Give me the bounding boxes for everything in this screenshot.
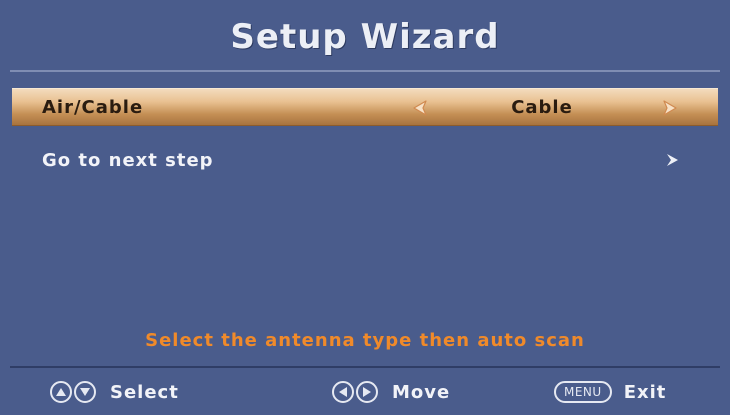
menu-item-label: Go to next step: [42, 149, 214, 171]
left-button-icon: [332, 381, 354, 403]
triangle-left-icon[interactable]: [410, 98, 430, 118]
chevron-right-icon[interactable]: [662, 150, 682, 170]
up-button-icon: [50, 381, 72, 403]
select-hint: Select: [50, 378, 179, 406]
move-hint: Move: [332, 378, 450, 406]
menu-item-value: Cable: [511, 96, 573, 118]
menu-key-icon: MENU: [554, 381, 612, 403]
setup-wizard-screen: Setup Wizard Air/Cable Cable Go to next …: [0, 0, 730, 415]
right-button-icon: [356, 381, 378, 403]
title-divider: [10, 70, 720, 72]
page-title: Setup Wizard: [230, 17, 500, 57]
menu-item-air-cable[interactable]: Air/Cable Cable: [12, 88, 718, 126]
exit-hint: MENU Exit: [554, 378, 666, 406]
help-text: Select the antenna type then auto scan: [145, 330, 585, 351]
exit-label: Exit: [623, 381, 667, 403]
move-label: Move: [392, 381, 451, 403]
down-button-icon: [74, 381, 96, 403]
footer-bar: Select Move MENU Exit: [10, 368, 720, 415]
menu-item-next-step[interactable]: Go to next step: [12, 141, 718, 179]
select-label: Select: [110, 381, 179, 403]
menu-item-label: Air/Cable: [42, 96, 144, 118]
triangle-right-icon[interactable]: [660, 98, 680, 118]
title-bar: Setup Wizard: [10, 6, 720, 68]
